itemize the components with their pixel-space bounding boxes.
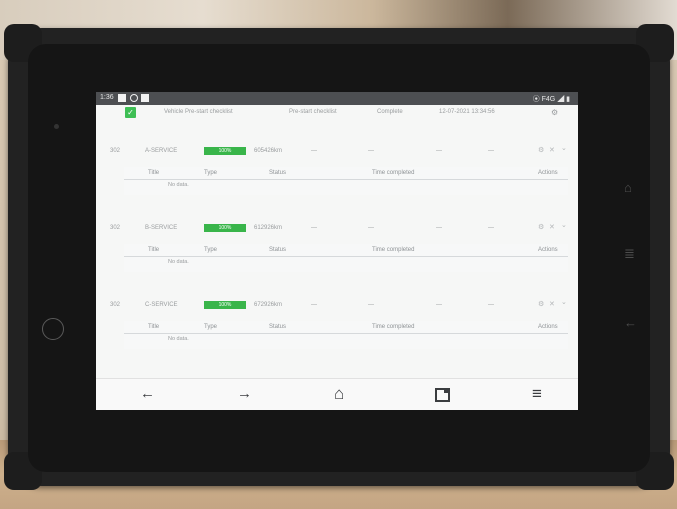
- service-odometer: 612926km: [254, 225, 283, 231]
- empty-cell: —: [311, 225, 317, 231]
- notification-icon: [141, 94, 149, 102]
- tablet-screen: 1:36 ⦿ F4G ◢ ▮ ✓ Vehicle Pre-start check…: [96, 92, 578, 410]
- home-icon[interactable]: ⌂: [334, 385, 344, 403]
- empty-cell: —: [311, 302, 317, 308]
- notification-icon: [130, 94, 138, 102]
- empty-state: No data.: [168, 336, 189, 342]
- close-icon[interactable]: ✕: [549, 146, 555, 154]
- close-icon[interactable]: ✕: [549, 300, 555, 308]
- empty-cell: —: [368, 302, 374, 308]
- empty-cell: —: [488, 225, 494, 231]
- col-actions: Actions: [538, 170, 558, 176]
- settings-icon[interactable]: ⚙: [538, 300, 544, 308]
- divider: [124, 256, 568, 257]
- service-name: A-SERVICE: [145, 148, 178, 154]
- col-type: Type: [204, 324, 218, 330]
- task-table: Title Type Status Time completed Actions…: [124, 321, 568, 349]
- service-id: 302: [110, 225, 121, 231]
- empty-cell: —: [488, 148, 494, 154]
- col-title: Title: [148, 247, 160, 253]
- chevron-down-icon[interactable]: ⌄: [561, 298, 567, 306]
- divider: [124, 333, 568, 334]
- col-status: Status: [269, 324, 287, 330]
- checklist-status: Complete: [377, 109, 403, 115]
- progress-badge: 100%: [204, 147, 246, 155]
- service-card-b: 302 B-SERVICE 100% 612926km — — — — ⚙ ✕ …: [96, 216, 578, 280]
- settings-icon[interactable]: ⚙: [551, 108, 558, 117]
- col-title: Title: [148, 170, 160, 176]
- menu-icon[interactable]: ≡: [532, 385, 542, 403]
- settings-icon[interactable]: ⚙: [538, 223, 544, 231]
- settings-icon[interactable]: ⚙: [538, 146, 544, 154]
- checklist-type: Pre-start checklist: [289, 109, 337, 115]
- progress-badge: 100%: [204, 301, 246, 309]
- empty-cell: —: [368, 148, 374, 154]
- empty-cell: —: [436, 148, 442, 154]
- empty-cell: —: [488, 302, 494, 308]
- empty-state: No data.: [168, 259, 189, 265]
- chevron-down-icon[interactable]: ⌄: [561, 144, 567, 152]
- checkbox-checked-icon[interactable]: ✓: [125, 107, 136, 118]
- service-odometer: 605426km: [254, 148, 283, 154]
- chevron-down-icon[interactable]: ⌄: [561, 221, 567, 229]
- close-icon[interactable]: ✕: [549, 223, 555, 231]
- hardware-home-icon[interactable]: ⌂: [624, 180, 632, 195]
- camera-lens: [54, 124, 59, 129]
- service-name: C-SERVICE: [145, 302, 178, 308]
- service-card-a: 302 A-SERVICE 100% 605426km — — — — ⚙ ✕ …: [96, 139, 578, 203]
- col-time-completed: Time completed: [372, 170, 415, 176]
- notification-icon: [118, 94, 126, 102]
- service-card-c: 302 C-SERVICE 100% 672926km — — — — ⚙ ✕ …: [96, 293, 578, 357]
- nfc-icon: [42, 318, 64, 340]
- task-table: Title Type Status Time completed Actions…: [124, 244, 568, 272]
- checklist-row[interactable]: ✓ Vehicle Pre-start checklist Pre-start …: [96, 105, 578, 122]
- service-odometer: 672926km: [254, 302, 283, 308]
- col-title: Title: [148, 324, 160, 330]
- service-id: 302: [110, 148, 121, 154]
- checklist-timestamp: 12-07-2021 13:34:56: [439, 109, 495, 115]
- status-time: 1:36: [100, 94, 114, 101]
- checklist-name: Vehicle Pre-start checklist: [164, 109, 233, 115]
- recent-apps-icon[interactable]: [435, 388, 450, 402]
- empty-state: No data.: [168, 182, 189, 188]
- status-bar: 1:36 ⦿ F4G ◢ ▮: [96, 92, 578, 105]
- empty-cell: —: [436, 302, 442, 308]
- forward-arrow-icon[interactable]: →: [237, 385, 252, 403]
- col-type: Type: [204, 170, 218, 176]
- hardware-back-icon[interactable]: ←: [624, 315, 637, 330]
- col-type: Type: [204, 247, 218, 253]
- back-arrow-icon[interactable]: ←: [140, 385, 155, 403]
- empty-cell: —: [436, 225, 442, 231]
- col-time-completed: Time completed: [372, 247, 415, 253]
- divider: [124, 179, 568, 180]
- bottom-nav-bar: ← → ⌂ ≡: [96, 378, 578, 410]
- empty-cell: —: [368, 225, 374, 231]
- col-actions: Actions: [538, 247, 558, 253]
- progress-badge: 100%: [204, 224, 246, 232]
- service-name: B-SERVICE: [145, 225, 178, 231]
- col-actions: Actions: [538, 324, 558, 330]
- empty-cell: —: [311, 148, 317, 154]
- col-time-completed: Time completed: [372, 324, 415, 330]
- hardware-menu-icon[interactable]: ≣: [624, 246, 635, 262]
- signal-battery-icon: ⦿ F4G ◢ ▮: [532, 96, 570, 103]
- col-status: Status: [269, 170, 287, 176]
- service-list[interactable]: ✓ Vehicle Pre-start checklist Pre-start …: [96, 105, 578, 378]
- task-table: Title Type Status Time completed Actions…: [124, 167, 568, 195]
- service-id: 302: [110, 302, 121, 308]
- col-status: Status: [269, 247, 287, 253]
